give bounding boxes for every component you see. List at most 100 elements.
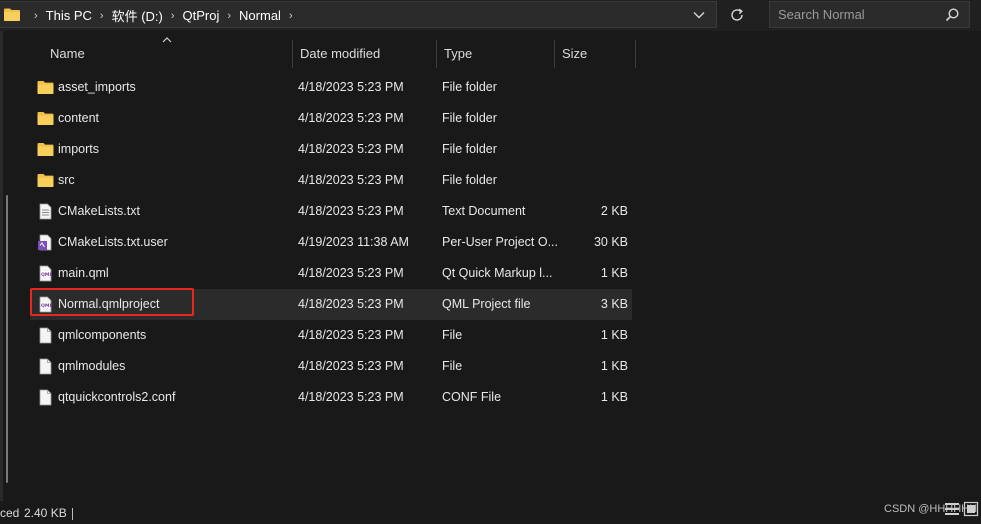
folder-icon	[4, 8, 20, 21]
large-icons-view-icon[interactable]	[963, 501, 979, 517]
navigation-pane-scrollbar[interactable]	[6, 195, 8, 483]
column-header-name[interactable]: Name	[30, 40, 292, 68]
sort-ascending-icon	[162, 37, 172, 43]
file-row[interactable]: content 4/18/2023 5:23 PM File folder	[30, 103, 632, 134]
qml-file-icon: QML	[37, 296, 54, 313]
file-date-modified: 4/18/2023 5:23 PM	[298, 359, 404, 373]
file-type: File folder	[442, 173, 497, 187]
svg-text:QML: QML	[41, 303, 52, 309]
breadcrumb-item[interactable]: QtProj	[183, 8, 220, 23]
file-date-modified: 4/18/2023 5:23 PM	[298, 111, 404, 125]
breadcrumb-item[interactable]: Normal	[239, 8, 281, 23]
details-view-icon[interactable]	[944, 501, 960, 517]
breadcrumb: › This PC › 软件 (D:) › QtProj › Normal ›	[26, 2, 301, 29]
navigation-pane-edge	[0, 31, 3, 501]
column-header-type[interactable]: Type	[436, 40, 554, 68]
file-row[interactable]: QML main.qml 4/18/2023 5:23 PM Qt Quick Mar…	[30, 258, 632, 289]
refresh-button[interactable]	[726, 4, 748, 26]
breadcrumb-item[interactable]: This PC	[46, 8, 92, 23]
file-type: File folder	[442, 111, 497, 125]
column-header-size[interactable]: Size	[554, 40, 636, 68]
folder-icon	[37, 172, 54, 189]
breadcrumb-separator-icon[interactable]: ›	[34, 10, 38, 22]
file-row[interactable]: qmlmodules 4/18/2023 5:23 PM File 1 KB	[30, 351, 632, 382]
file-row[interactable]: qmlcomponents 4/18/2023 5:23 PM File 1 KB	[30, 320, 632, 351]
file-type: Qt Quick Markup l...	[442, 266, 553, 280]
file-date-modified: 4/18/2023 5:23 PM	[298, 173, 404, 187]
file-name: qmlmodules	[58, 359, 126, 373]
file-size: 1 KB	[600, 328, 628, 342]
file-type: Per-User Project O...	[442, 235, 558, 249]
svg-text:QML: QML	[41, 272, 52, 278]
folder-icon	[37, 110, 54, 127]
file-row[interactable]: imports 4/18/2023 5:23 PM File folder	[30, 134, 632, 165]
status-selected-text: ced	[0, 506, 20, 520]
qml-file-icon: QML	[37, 265, 54, 282]
address-history-dropdown[interactable]	[690, 7, 708, 23]
refresh-icon	[731, 8, 743, 21]
blank-file-icon	[37, 327, 54, 344]
file-name: asset_imports	[58, 80, 136, 94]
file-date-modified: 4/18/2023 5:23 PM	[298, 142, 404, 156]
column-header-date-modified[interactable]: Date modified	[292, 40, 436, 68]
file-size: 1 KB	[600, 266, 628, 280]
file-name: imports	[58, 142, 99, 156]
breadcrumb-separator-icon[interactable]: ›	[171, 10, 175, 22]
address-bar[interactable]: › This PC › 软件 (D:) › QtProj › Normal ›	[0, 1, 717, 28]
file-type: File folder	[442, 80, 497, 94]
file-name: CMakeLists.txt.user	[58, 235, 168, 249]
file-size: 2 KB	[600, 204, 628, 218]
file-name: src	[58, 173, 75, 187]
file-row[interactable]: QML Normal.qmlproject 4/18/2023 5:23 PM QML…	[30, 289, 632, 320]
file-name: qmlcomponents	[58, 328, 147, 342]
status-bar: ced 2.40 KB CSDN @HHHHHH	[0, 501, 981, 524]
blank-file-icon	[37, 389, 54, 406]
file-name: Normal.qmlproject	[58, 297, 160, 311]
file-name: qtquickcontrols2.conf	[58, 390, 176, 404]
file-type: File	[442, 328, 463, 342]
file-row[interactable]: src 4/18/2023 5:23 PM File folder	[30, 165, 632, 196]
breadcrumb-separator-icon[interactable]: ›	[227, 10, 231, 22]
file-size: 3 KB	[600, 297, 628, 311]
file-type: File folder	[442, 142, 497, 156]
breadcrumb-item[interactable]: 软件 (D:)	[112, 6, 163, 25]
file-size: 1 KB	[600, 390, 628, 404]
column-headers: Name Date modified Type Size	[30, 37, 650, 68]
status-selected-size: 2.40 KB	[24, 506, 67, 520]
file-type: Text Document	[442, 204, 526, 218]
folder-icon	[37, 141, 54, 158]
file-explorer-window: ›This PC›软件 (D:)›QtProj›Normal› N	[0, 0, 981, 524]
navigation-toolbar: › This PC › 软件 (D:) › QtProj › Normal ›	[0, 0, 981, 31]
status-divider	[72, 508, 73, 520]
file-row[interactable]: asset_imports 4/18/2023 5:23 PM File folde…	[30, 72, 632, 103]
search-box[interactable]	[769, 1, 970, 28]
file-date-modified: 4/18/2023 5:23 PM	[298, 390, 404, 404]
file-date-modified: 4/18/2023 5:23 PM	[298, 297, 404, 311]
file-list: asset_imports 4/18/2023 5:23 PM File folde…	[30, 72, 632, 413]
user-project-file-icon	[37, 234, 54, 251]
file-date-modified: 4/18/2023 5:23 PM	[298, 328, 404, 342]
chevron-down-icon	[693, 12, 705, 19]
breadcrumb-separator-icon[interactable]: ›	[100, 10, 104, 22]
file-date-modified: 4/18/2023 5:23 PM	[298, 266, 404, 280]
file-size: 1 KB	[600, 359, 628, 373]
file-type: File	[442, 359, 463, 373]
text-file-icon	[37, 203, 54, 220]
file-date-modified: 4/19/2023 11:38 AM	[298, 235, 409, 249]
file-size: 30 KB	[593, 235, 628, 249]
breadcrumb-separator-icon[interactable]: ›	[289, 10, 293, 22]
file-name: main.qml	[58, 266, 109, 280]
file-row[interactable]: CMakeLists.txt 4/18/2023 5:23 PM Text Docu…	[30, 196, 632, 227]
blank-file-icon	[37, 358, 54, 375]
file-name: content	[58, 111, 100, 125]
file-name: CMakeLists.txt	[58, 204, 140, 218]
search-icon[interactable]	[944, 7, 960, 23]
file-row[interactable]: qtquickcontrols2.conf 4/18/2023 5:23 PM CO…	[30, 382, 632, 413]
file-date-modified: 4/18/2023 5:23 PM	[298, 204, 404, 218]
search-input[interactable]	[770, 2, 948, 27]
file-type: CONF File	[442, 390, 502, 404]
file-date-modified: 4/18/2023 5:23 PM	[298, 80, 404, 94]
file-type: QML Project file	[442, 297, 531, 311]
file-row[interactable]: CMakeLists.txt.user 4/19/2023 11:38 AM Per…	[30, 227, 632, 258]
folder-icon	[37, 79, 54, 96]
